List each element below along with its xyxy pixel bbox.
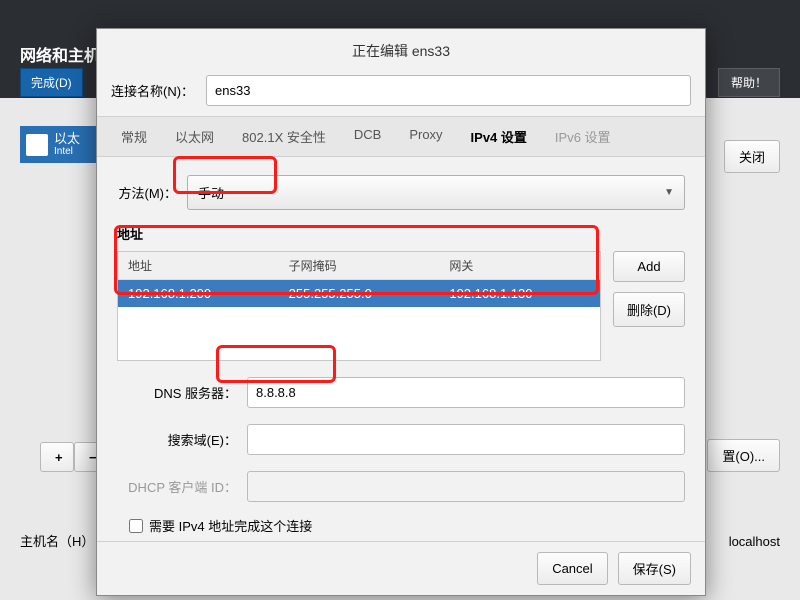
col-address: 地址 [118,252,279,279]
method-dropdown[interactable]: 手动 ▼ [187,175,685,210]
address-section-title: 地址 [117,224,685,243]
search-domain-input[interactable] [247,424,685,455]
method-value: 手动 [198,183,224,202]
dhcp-client-id-label: DHCP 客户端 ID： [117,477,237,496]
edit-connection-dialog: 正在编辑 ens33 连接名称(N)： 常规 以太网 802.1X 安全性 DC… [96,28,706,596]
save-button[interactable]: 保存(S) [618,552,691,585]
hostname-value: localhost [729,534,780,549]
hostname-label: 主机名（H） [20,531,94,550]
dns-label: DNS 服务器： [117,383,237,402]
address-row[interactable]: 192.168.1.200 255.255.255.0 192.168.1.13… [118,280,600,307]
tabs: 常规 以太网 802.1X 安全性 DCB Proxy IPv4 设置 IPv6… [97,116,705,157]
require-ipv4-checkbox[interactable] [129,519,143,533]
dialog-title: 正在编辑 ens33 [97,29,705,71]
cell-address: 192.168.1.200 [118,280,279,307]
tab-ipv4[interactable]: IPv4 设置 [457,117,541,156]
close-button[interactable]: 关闭 [724,140,780,173]
address-table-header: 地址 子网掩码 网关 [118,252,600,280]
tab-ethernet[interactable]: 以太网 [161,117,228,156]
dns-input[interactable] [247,377,685,408]
add-interface-button[interactable]: + [40,442,74,472]
method-label: 方法(M)： [117,183,177,202]
chevron-down-icon: ▼ [664,187,674,198]
search-domain-label: 搜索域(E)： [117,430,237,449]
delete-address-button[interactable]: 删除(D) [613,292,685,327]
tab-ipv6[interactable]: IPv6 设置 [541,117,625,156]
require-ipv4-label: 需要 IPv4 地址完成这个连接 [149,516,312,535]
col-netmask: 子网掩码 [279,252,440,279]
eth-sublabel: Intel [54,146,80,157]
help-button[interactable]: 帮助！ [718,68,780,97]
tab-proxy[interactable]: Proxy [395,117,456,156]
dhcp-client-id-input [247,471,685,502]
add-address-button[interactable]: Add [613,251,685,282]
done-button[interactable]: 完成(D) [20,68,83,97]
tab-dcb[interactable]: DCB [340,117,395,156]
conn-name-label: 连接名称(N)： [111,81,194,100]
configure-button[interactable]: 置(O)... [707,439,780,472]
cell-netmask: 255.255.255.0 [279,280,440,307]
network-interface-item[interactable]: 以太 Intel [20,126,100,163]
col-gateway: 网关 [439,252,600,279]
cancel-button[interactable]: Cancel [537,552,607,585]
tab-general[interactable]: 常规 [107,117,161,156]
address-table[interactable]: 地址 子网掩码 网关 192.168.1.200 255.255.255.0 1… [117,251,601,361]
cell-gateway: 192.168.1.130 [439,280,600,307]
eth-label: 以太 [54,132,80,146]
tab-security[interactable]: 802.1X 安全性 [228,117,340,156]
conn-name-input[interactable] [206,75,691,106]
page-title: 网络和主机 [20,42,100,66]
ethernet-icon [26,134,48,156]
